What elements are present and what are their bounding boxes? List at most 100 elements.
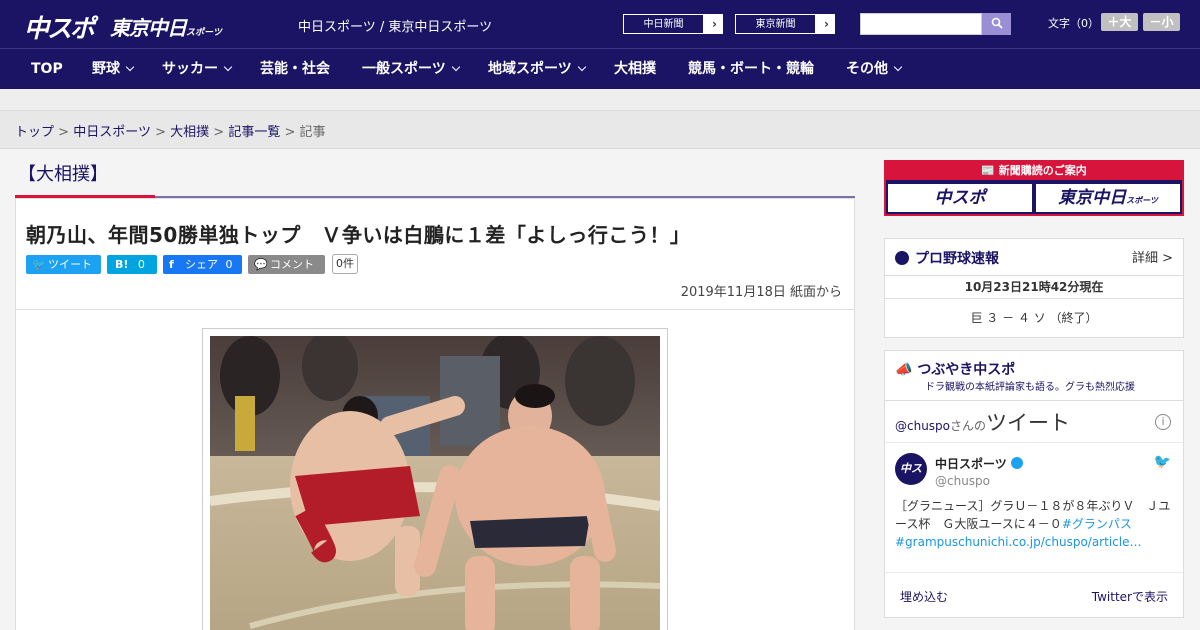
- twitter-bird-icon[interactable]: 🐦: [1154, 454, 1171, 470]
- megaphone-icon: 📣: [895, 362, 918, 378]
- site-title: 中日スポーツ / 東京中日スポーツ: [298, 20, 493, 35]
- breadcrumb: トップ > 中日スポーツ > 大相撲 > 記事一覧 > 記事: [15, 121, 326, 140]
- nav-item-entertainment[interactable]: 芸能・社会: [260, 49, 330, 89]
- subscription-ad[interactable]: 📰 新聞購読のご案内 中スポ 東京中日スポーツ: [884, 160, 1184, 216]
- article-date: 2019年11月18日 紙面から: [680, 285, 842, 300]
- chuspo-logo[interactable]: 中スポ: [24, 9, 95, 45]
- breadcrumb-separator: >: [58, 125, 70, 140]
- ad-tokyo-logo-text: 東京中日: [1058, 188, 1127, 208]
- paper-link-label: 中日新聞: [623, 14, 704, 34]
- nav-label: 野球: [92, 61, 120, 77]
- info-icon[interactable]: i: [1155, 414, 1171, 430]
- chevron-down-icon: [223, 62, 233, 72]
- comment-label: コメント: [270, 258, 314, 271]
- nav-item-general-sports[interactable]: 一般スポーツ: [362, 49, 460, 89]
- breadcrumb-separator: >: [155, 125, 166, 140]
- tweet-label: ツイート: [48, 258, 92, 271]
- account-handle[interactable]: @chuspo: [935, 474, 990, 488]
- timeline-user-link[interactable]: @chuspo: [895, 419, 950, 433]
- embed-link[interactable]: 埋め込む: [900, 588, 948, 605]
- facebook-share-button[interactable]: f シェア 0: [163, 255, 242, 274]
- breadcrumb-separator: >: [213, 125, 225, 140]
- baseball-widget-title: プロ野球速報: [895, 248, 999, 268]
- embedded-timeline: @chuspoさんのツイート i 中スポ 中日スポーツ @chuspo 🐦 ［グ…: [884, 400, 1184, 618]
- twitter-bird-icon: 🐦: [32, 258, 46, 271]
- search-button[interactable]: [982, 13, 1011, 35]
- ad-tokyo-chunichi-logo: 東京中日スポーツ: [1036, 184, 1180, 212]
- sumo-match-photo[interactable]: [210, 336, 660, 630]
- ad-band: [0, 89, 1200, 111]
- comment-count: 0件: [332, 254, 358, 274]
- comment-bubble-icon: 💬: [254, 258, 268, 271]
- nav-item-soccer[interactable]: サッカー: [162, 49, 233, 89]
- chevron-right-icon: ›: [824, 17, 829, 31]
- nav-item-baseball[interactable]: 野球: [92, 49, 135, 89]
- article-photo-frame: [202, 328, 668, 630]
- search-icon: [991, 17, 1003, 29]
- account-name-row[interactable]: 中日スポーツ: [935, 455, 1023, 472]
- tweet-button[interactable]: 🐦 ツイート: [26, 255, 101, 274]
- nav-item-top[interactable]: TOP: [31, 49, 63, 89]
- nav-label: サッカー: [162, 61, 218, 77]
- tokyo-chunichi-logo[interactable]: 東京中日スポーツ: [110, 12, 222, 41]
- chevron-down-icon: [451, 62, 460, 72]
- nav-item-racing[interactable]: 競馬・ボート・競輪: [688, 49, 814, 89]
- tsubuyaki-subtitle: ドラ観戦の本紙評論家も語る。グラも熱烈応援: [925, 382, 1135, 393]
- breadcrumb-bar: トップ > 中日スポーツ > 大相撲 > 記事一覧 > 記事: [0, 111, 1200, 149]
- account-name: 中日スポーツ: [935, 457, 1007, 471]
- verified-badge-icon: [1010, 457, 1023, 469]
- chevron-down-icon: [577, 62, 586, 72]
- sumo-photo-illustration: [210, 336, 660, 630]
- nav-item-regional-sports[interactable]: 地域スポーツ: [488, 49, 586, 89]
- site-header: 中スポ 東京中日スポーツ 中日スポーツ / 東京中日スポーツ 中日新聞 › 東京…: [0, 0, 1200, 48]
- divider: [16, 309, 854, 310]
- ad-chuspo-logo: 中スポ: [888, 184, 1032, 212]
- article-card: 朝乃山、年間50勝単独トップ Ｖ争いは白鵬に１差「よしっ行こう！」 🐦 ツイート…: [15, 198, 855, 630]
- breadcrumb-current: 記事: [299, 125, 326, 140]
- baseball-icon: [895, 251, 909, 265]
- tokyo-shimbun-link[interactable]: 東京新聞 ›: [734, 13, 836, 35]
- breadcrumb-top[interactable]: トップ: [15, 125, 54, 140]
- nav-item-sumo[interactable]: 大相撲: [614, 49, 656, 89]
- account-avatar[interactable]: 中スポ: [895, 453, 927, 507]
- facebook-share-count: 0: [225, 258, 233, 271]
- score-updated-time: 10月23日21時42分現在: [885, 275, 1183, 299]
- tokyo-logo-small: スポーツ: [186, 28, 222, 38]
- breadcrumb-sumo[interactable]: 大相撲: [170, 125, 209, 140]
- breadcrumb-article-list[interactable]: 記事一覧: [228, 125, 280, 140]
- paper-link-label: 東京新聞: [735, 14, 816, 34]
- tweet-link[interactable]: #grampuschunichi.co.jp/chuspo/article…: [895, 535, 1141, 549]
- tweet-hashtag[interactable]: #グランパス: [1062, 517, 1132, 531]
- nav-label: 競馬・ボート・競輪: [688, 61, 814, 77]
- nav-item-other[interactable]: その他: [846, 49, 903, 89]
- comment-button[interactable]: 💬 コメント: [248, 255, 325, 274]
- main-nav: TOP 野球 サッカー 芸能・社会 一般スポーツ 地域スポーツ 大相撲 競馬・ボ…: [0, 48, 1200, 89]
- chevron-down-icon: [893, 62, 903, 72]
- view-on-twitter-link[interactable]: Twitterで表示: [1092, 588, 1168, 605]
- hatena-bookmark-button[interactable]: B! 0: [107, 255, 157, 274]
- chevron-down-icon: [125, 62, 135, 72]
- article-headline: 朝乃山、年間50勝単独トップ Ｖ争いは白鵬に１差「よしっ行こう！」: [26, 223, 691, 247]
- nav-label: 地域スポーツ: [488, 61, 572, 77]
- subscription-ad-title: 📰 新聞購読のご案内: [886, 162, 1182, 180]
- baseball-scores-widget: プロ野球速報 詳細 > 10月23日21時42分現在 巨 ３ － ４ ソ （終了…: [884, 238, 1184, 338]
- font-size-label: 文字（0）: [1048, 17, 1099, 30]
- breadcrumb-separator: >: [284, 125, 296, 140]
- timeline-header: @chuspoさんのツイート: [895, 407, 1070, 437]
- tsubuyaki-title: 📣 つぶやき中スポ: [895, 359, 1015, 379]
- baseball-details-link[interactable]: 詳細 >: [1132, 247, 1173, 266]
- ad-tokyo-logo-small: スポーツ: [1126, 196, 1158, 205]
- baseball-widget-title-text: プロ野球速報: [915, 251, 999, 267]
- font-decrease-button[interactable]: －小: [1143, 13, 1180, 31]
- search-input[interactable]: [860, 13, 982, 35]
- divider: [885, 572, 1183, 573]
- breadcrumb-chunichi-sports[interactable]: 中日スポーツ: [73, 125, 151, 140]
- hatena-count: 0: [137, 258, 145, 271]
- newspaper-icon: 📰: [981, 164, 999, 177]
- chunichi-shimbun-link[interactable]: 中日新聞 ›: [622, 13, 724, 35]
- timeline-suffix: さんの: [950, 419, 987, 433]
- divider: [885, 442, 1183, 443]
- facebook-icon: f: [169, 258, 174, 271]
- font-increase-button[interactable]: ＋大: [1101, 13, 1138, 31]
- game-score[interactable]: 巨 ３ － ４ ソ （終了）: [885, 309, 1183, 326]
